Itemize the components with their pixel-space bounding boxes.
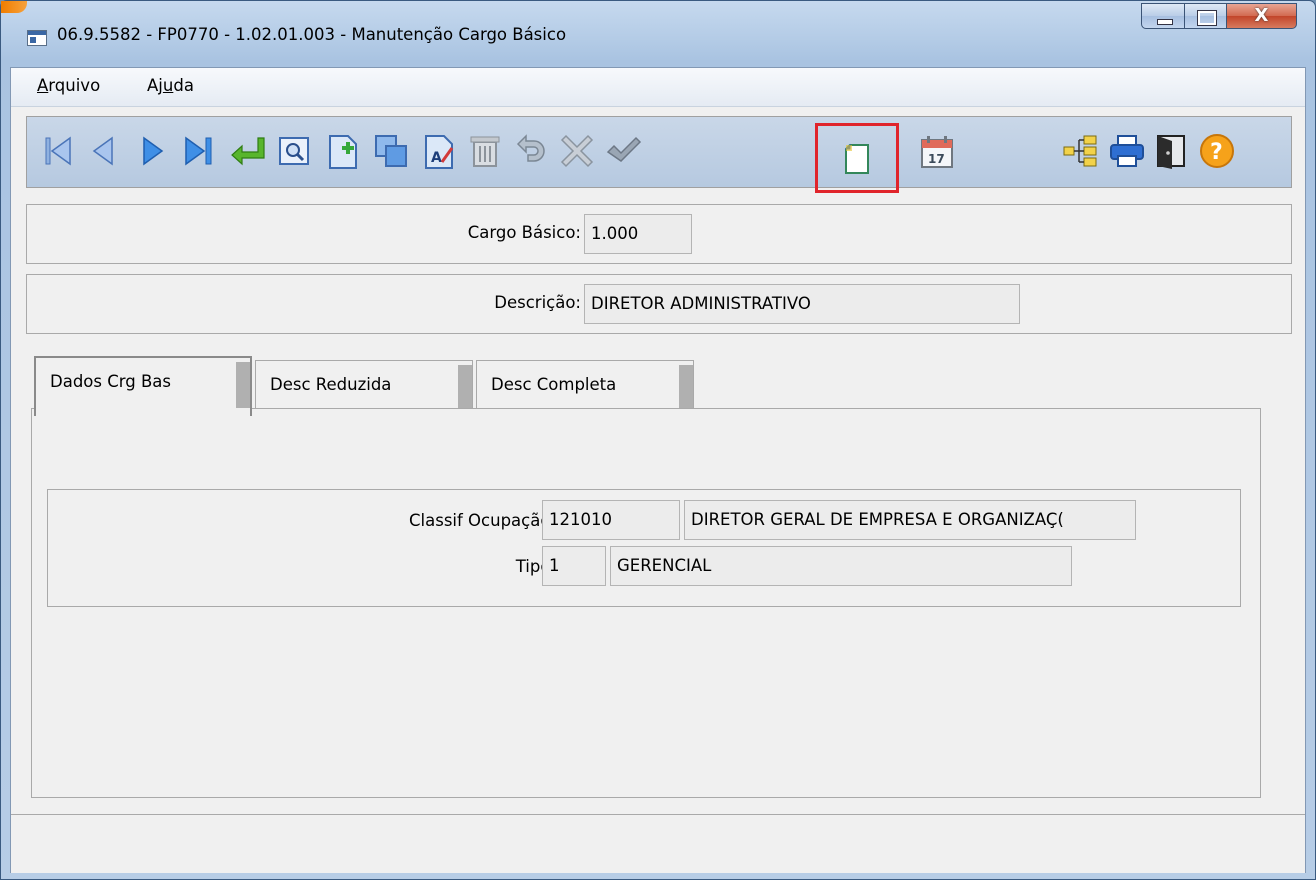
search-icon <box>279 137 309 165</box>
menu-ajuda-label-post: da <box>173 76 194 95</box>
menu-bar: Arquivo Ajuda <box>11 68 1305 107</box>
window-title: 06.9.5582 - FP0770 - 1.02.01.003 - Manut… <box>57 25 567 44</box>
minimize-button[interactable] <box>1141 3 1185 29</box>
status-bar <box>11 814 1305 873</box>
undo-button[interactable] <box>511 131 551 171</box>
edit-icon: A <box>425 135 454 169</box>
cancel-icon <box>560 134 594 168</box>
last-record-button[interactable] <box>179 131 219 171</box>
undo-icon <box>516 134 545 162</box>
exit-icon <box>1157 135 1185 169</box>
menu-arquivo[interactable]: Arquivo <box>37 76 100 95</box>
new-record-icon <box>329 135 357 169</box>
tab-dados-crg-bas-label: Dados Crg Bas <box>50 372 171 391</box>
confirm-icon <box>606 136 642 162</box>
classif-ocupacao-desc-field[interactable]: DIRETOR GERAL DE EMPRESA E ORGANIZAÇ( <box>684 500 1136 540</box>
tab-content-dados: Classif Ocupação: 121010 DIRETOR GERAL D… <box>31 408 1261 798</box>
last-record-icon <box>185 136 212 166</box>
hierarchy-button[interactable] <box>1061 131 1101 171</box>
window-icon[interactable] <box>27 30 47 46</box>
first-record-button[interactable] <box>39 131 79 171</box>
blank-document-icon <box>844 143 869 174</box>
descricao-label: Descrição: <box>494 293 581 312</box>
svg-text:A: A <box>431 150 442 166</box>
menu-ajuda[interactable]: Ajuda <box>147 76 194 95</box>
tab-desc-reduzida[interactable]: Desc Reduzida <box>255 360 473 411</box>
help-button[interactable]: ? <box>1197 131 1237 171</box>
next-record-button[interactable] <box>133 131 173 171</box>
descricao-panel: Descrição: DIRETOR ADMINISTRATIVO <box>26 274 1292 334</box>
tab-desc-reduzida-label: Desc Reduzida <box>270 375 392 394</box>
calendar-day: 17 <box>928 152 945 166</box>
edit-button[interactable]: A <box>419 131 459 171</box>
confirm-button[interactable] <box>603 131 643 171</box>
calendar-icon: 17 <box>921 136 953 168</box>
delete-button[interactable] <box>465 131 505 171</box>
cargo-basico-field[interactable]: 1.000 <box>584 214 692 254</box>
menu-ajuda-label-pre: Aj <box>147 76 163 95</box>
help-glyph: ? <box>1210 140 1223 165</box>
new-record-button[interactable] <box>323 131 363 171</box>
tipo-code-field[interactable]: 1 <box>542 546 606 586</box>
next-record-icon <box>143 136 164 166</box>
toolbar: A 17 ? <box>26 116 1292 193</box>
classif-ocupacao-label: Classif Ocupação: <box>409 511 556 530</box>
cargo-basico-panel: Cargo Básico: 1.000 <box>26 204 1292 264</box>
copy-button[interactable] <box>371 131 411 171</box>
maximize-button[interactable] <box>1185 3 1227 29</box>
close-icon: X <box>1254 5 1269 26</box>
title-bar[interactable]: 06.9.5582 - FP0770 - 1.02.01.003 - Manut… <box>1 1 1315 67</box>
goto-icon <box>231 137 265 166</box>
cargo-basico-label: Cargo Básico: <box>467 223 581 242</box>
previous-record-button[interactable] <box>83 131 123 171</box>
hierarchy-icon <box>1063 135 1097 167</box>
print-button[interactable] <box>1107 131 1147 171</box>
copy-icon <box>375 135 407 167</box>
close-button[interactable]: X <box>1227 3 1297 29</box>
cancel-button[interactable] <box>557 131 597 171</box>
classif-ocupacao-code-field[interactable]: 121010 <box>542 500 680 540</box>
tab-desc-completa[interactable]: Desc Completa <box>476 360 694 411</box>
help-icon: ? <box>1200 134 1234 168</box>
menu-arquivo-accel: A <box>37 76 49 95</box>
previous-record-icon <box>92 136 113 166</box>
new-document-button[interactable] <box>815 123 899 193</box>
tipo-desc-field[interactable]: GERENCIAL <box>610 546 1072 586</box>
calendar-button[interactable]: 17 <box>917 131 957 171</box>
menu-ajuda-accel: u <box>162 76 174 95</box>
search-button[interactable] <box>275 131 315 171</box>
tab-dados-crg-bas[interactable]: Dados Crg Bas <box>34 356 252 416</box>
tab-desc-completa-label: Desc Completa <box>491 375 617 394</box>
ocupacao-group: Classif Ocupação: 121010 DIRETOR GERAL D… <box>47 489 1241 607</box>
menu-arquivo-label: rquivo <box>48 76 101 95</box>
exit-button[interactable] <box>1151 131 1191 171</box>
goto-button[interactable] <box>227 131 267 171</box>
client-area: Arquivo Ajuda A 17 ? Cargo Básico: 1.000… <box>10 67 1306 873</box>
delete-icon <box>470 136 500 167</box>
descricao-field[interactable]: DIRETOR ADMINISTRATIVO <box>584 284 1020 324</box>
application-window: 06.9.5582 - FP0770 - 1.02.01.003 - Manut… <box>0 0 1316 880</box>
print-icon <box>1110 135 1144 167</box>
window-controls: X <box>1141 3 1297 33</box>
first-record-icon <box>45 136 71 166</box>
